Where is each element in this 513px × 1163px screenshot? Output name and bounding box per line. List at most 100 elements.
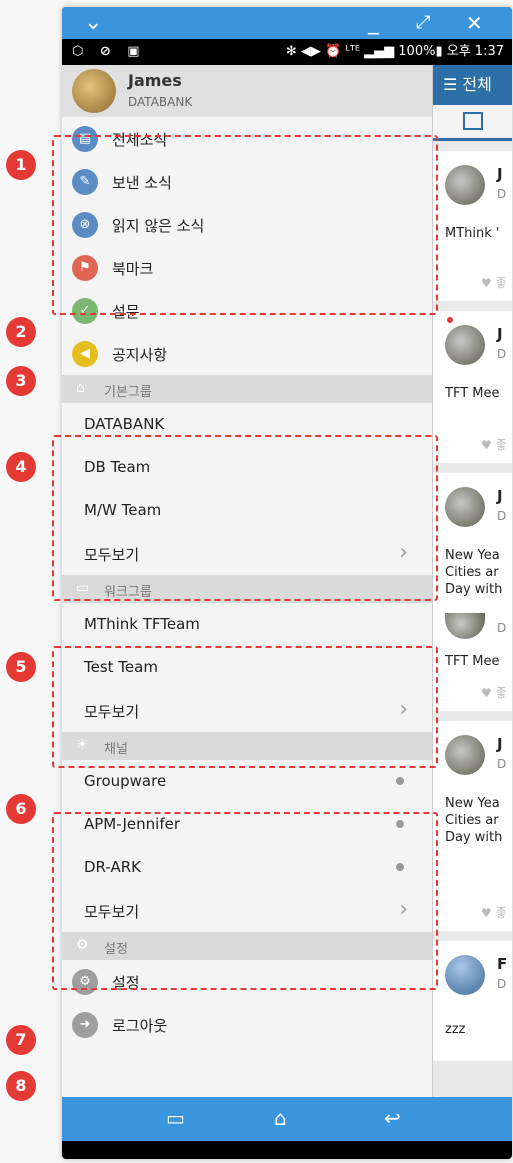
annotation-badge-7: 7	[6, 1025, 36, 1055]
workgroup-label: MThink TFTeam	[84, 615, 200, 633]
recent-apps-icon[interactable]: ▭	[166, 1105, 185, 1131]
home-icon[interactable]: ⌂	[274, 1105, 287, 1131]
briefcase-icon: ▭	[76, 580, 90, 596]
profile-org: DATABANK	[128, 95, 193, 109]
workgroup-item-test-team[interactable]: Test Team	[62, 646, 432, 689]
logout-icon: ➜	[72, 1012, 98, 1038]
card-sub: D	[497, 757, 507, 771]
annotation-badge-2: 2	[6, 317, 36, 347]
like-button[interactable]: ♥ 좋	[481, 904, 507, 921]
home-icon: ⌂	[76, 380, 85, 396]
avatar	[445, 613, 485, 639]
card-text-line: Day with	[445, 830, 503, 845]
section-label: 워크그룹	[104, 585, 152, 600]
workgroup-label: Test Team	[84, 658, 158, 676]
card-author: F	[497, 955, 508, 973]
profile-header[interactable]: James DATABANK	[62, 65, 432, 117]
minimize-icon[interactable]: _	[368, 9, 379, 37]
news-unread-icon: ⊗	[72, 212, 98, 238]
card-text-line: Day with	[445, 582, 503, 597]
card-text-line: New Yea	[445, 796, 500, 811]
window-title-bar: ⌄ _ ⤢ ✕	[62, 7, 512, 39]
group-label: DB Team	[84, 458, 151, 476]
menu-label: 설정	[112, 974, 140, 992]
workgroup-item-mthink[interactable]: MThink TFTeam	[62, 603, 432, 646]
section-label: 채널	[104, 742, 128, 757]
channel-item-groupware[interactable]: Groupware	[62, 760, 432, 803]
menu-logout[interactable]: ➜ 로그아웃	[62, 1003, 432, 1046]
card-text: MThink '	[445, 226, 500, 241]
menu-settings[interactable]: ⚙ 설정	[62, 960, 432, 1003]
feed-card[interactable]: J D New Yea Cities ar Day with ♥ 좋	[433, 721, 512, 931]
card-author: J	[497, 735, 503, 753]
like-button[interactable]: ♥ 좋	[481, 274, 507, 291]
feed-tab-bar	[433, 105, 512, 141]
chevron-down-icon[interactable]: ⌄	[84, 9, 102, 37]
menu-label: 읽지 않은 소식	[112, 217, 205, 235]
menu-news-unread[interactable]: ⊗ 읽지 않은 소식	[62, 203, 432, 246]
section-label: 설정	[104, 942, 128, 957]
annotation-badge-4: 4	[6, 452, 36, 482]
group-item-databank[interactable]: DATABANK	[62, 403, 432, 446]
lightbulb-icon: ☀	[76, 737, 89, 753]
close-icon[interactable]: ✕	[466, 9, 483, 37]
channel-item-apm-jennifer[interactable]: APM-Jennifer	[62, 803, 432, 846]
chevron-right-icon: ›	[399, 540, 408, 565]
avatar	[445, 735, 485, 775]
avatar	[445, 165, 485, 205]
status-dot	[396, 863, 404, 871]
card-text-line: New Yea	[445, 548, 500, 563]
feed-card[interactable]: J D TFT Mee ♥ 좋	[433, 311, 512, 463]
card-sub: D	[497, 621, 507, 635]
card-sub: D	[497, 347, 507, 361]
feed-header[interactable]: ☰ 전체	[433, 65, 512, 105]
list-view-icon[interactable]	[463, 112, 483, 130]
card-text-line: Cities ar	[445, 565, 499, 580]
bookmark-icon: ⚑	[72, 255, 98, 281]
profile-name: James	[128, 71, 182, 90]
group-item-db-team[interactable]: DB Team	[62, 446, 432, 489]
channel-item-dr-ark[interactable]: DR-ARK	[62, 846, 432, 889]
menu-notice[interactable]: ◀ 공지사항	[62, 332, 432, 375]
card-text-line: Cities ar	[445, 813, 499, 828]
feed-card[interactable]: J D MThink ' ♥ 좋	[433, 151, 512, 301]
card-sub: D	[497, 509, 507, 523]
status-bar: ⬡ ⊘ ▣ ✻ ◀▶ ⏰ ᴸᵀᴱ ▂▄▆ 100%▮ 오후 1:37	[62, 39, 512, 65]
card-sub: D	[497, 977, 507, 991]
menu-survey[interactable]: ✓ 설문	[62, 289, 432, 332]
feed-card[interactable]: F D zzz	[433, 941, 512, 1061]
back-icon[interactable]: ↩	[384, 1105, 401, 1131]
channel-label: Groupware	[84, 772, 167, 790]
like-button[interactable]: ♥ 좋	[481, 436, 507, 453]
card-author: J	[497, 165, 503, 183]
annotation-badge-1: 1	[6, 150, 36, 180]
see-all-label: 모두보기	[84, 546, 140, 564]
channels-see-all[interactable]: 모두보기 ›	[62, 889, 432, 932]
menu-bookmark[interactable]: ⚑ 북마크	[62, 246, 432, 289]
card-author: J	[497, 325, 503, 343]
menu-news-sent[interactable]: ✎ 보낸 소식	[62, 160, 432, 203]
card-author: J	[497, 487, 503, 505]
navigation-drawer: James DATABANK ▤ 전체소식 ✎ 보낸 소식 ⊗ 읽지 않은 소식…	[62, 65, 432, 1097]
maximize-icon[interactable]: ⤢	[416, 9, 430, 37]
menu-label: 로그아웃	[112, 1017, 168, 1035]
avatar	[445, 955, 485, 995]
group-item-mw-team[interactable]: M/W Team	[62, 489, 432, 532]
menu-news-all[interactable]: ▤ 전체소식	[62, 117, 432, 160]
channel-label: APM-Jennifer	[84, 815, 181, 833]
android-nav-bar: ▭ ⌂ ↩	[62, 1097, 512, 1141]
chevron-right-icon: ›	[399, 897, 408, 922]
news-all-icon: ▤	[72, 126, 98, 152]
basic-groups-see-all[interactable]: 모두보기 ›	[62, 532, 432, 575]
like-button[interactable]: ♥ 좋	[481, 684, 507, 701]
survey-icon: ✓	[72, 298, 98, 324]
group-label: DATABANK	[84, 415, 165, 433]
gear-icon: ⚙	[72, 969, 98, 995]
work-groups-see-all[interactable]: 모두보기 ›	[62, 689, 432, 732]
feed-card[interactable]: J D New Yea Cities ar Day with D TFT Mee…	[433, 473, 512, 711]
annotation-badge-3: 3	[6, 366, 36, 396]
annotation-badge-6: 6	[6, 794, 36, 824]
avatar	[72, 69, 116, 113]
avatar	[445, 487, 485, 527]
section-settings: ⚙ 설정	[62, 932, 432, 960]
